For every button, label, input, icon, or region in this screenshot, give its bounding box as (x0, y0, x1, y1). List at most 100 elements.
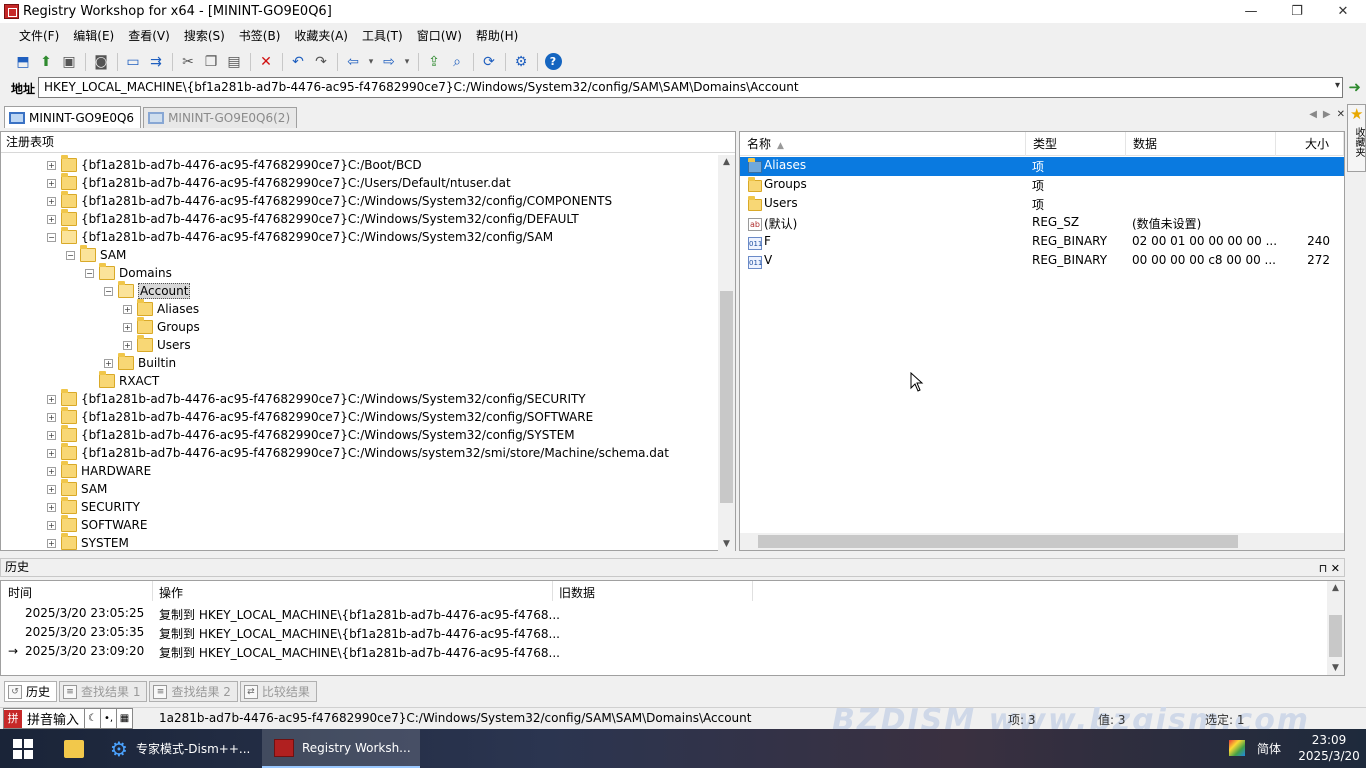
taskbar-file-explorer[interactable] (52, 729, 98, 768)
help-button[interactable]: ? (542, 51, 564, 73)
menu-edit[interactable]: 编辑(E) (66, 27, 121, 44)
input-language-indicator[interactable]: 简体 (1257, 740, 1281, 757)
list-item[interactable]: 011 F REG_BINARY 02 00 01 00 00 00 00 ... 24… (740, 233, 1344, 252)
color-tray-icon[interactable] (1229, 740, 1245, 756)
cut-icon[interactable]: ✂ (177, 51, 199, 73)
tree-node[interactable]: − Account (104, 281, 191, 300)
history-close-icon[interactable]: ✕ (1331, 562, 1340, 575)
tree-scroll-thumb[interactable] (720, 291, 733, 503)
connect-computer-icon[interactable]: ▭ (122, 51, 144, 73)
back-dropdown-icon[interactable]: ▾ (365, 51, 377, 73)
redo-icon[interactable]: ↷ (310, 51, 332, 73)
tree-node[interactable]: + Groups (123, 317, 200, 336)
tree-node[interactable]: + {bf1a281b-ad7b-4476-ac95-f47682990ce7}C… (47, 425, 575, 444)
expand-icon[interactable]: + (47, 178, 56, 188)
options-gear-icon[interactable]: ⚙ (510, 51, 532, 73)
tab-minint-go9e0q6-2[interactable]: MININT-GO9E0Q6(2) (143, 107, 298, 128)
tree-node[interactable]: + SECURITY (47, 497, 140, 516)
tree-node[interactable]: + {bf1a281b-ad7b-4476-ac95-f47682990ce7}C… (47, 443, 669, 462)
expand-icon[interactable]: + (104, 358, 113, 368)
menu-bookmarks[interactable]: 书签(B) (232, 27, 288, 44)
collapse-icon[interactable]: − (85, 268, 94, 278)
pin-icon[interactable]: ⊓ (1319, 562, 1328, 575)
list-item[interactable]: Aliases 项 (740, 157, 1344, 176)
tree-node[interactable]: + {bf1a281b-ad7b-4476-ac95-f47682990ce7}C… (47, 209, 579, 228)
tree-vertical-scrollbar[interactable]: ▲ ▼ (718, 155, 735, 551)
list-item[interactable]: 011 V REG_BINARY 00 00 00 00 c8 00 00 ... 27… (740, 252, 1344, 271)
expand-icon[interactable]: + (47, 412, 56, 422)
disconnect-computer-icon[interactable]: ⇉ (145, 51, 167, 73)
tab-find-results-2[interactable]: ≡ 查找结果 2 (149, 681, 238, 702)
expand-icon[interactable]: + (47, 394, 56, 404)
go-arrow-icon[interactable]: ➜ (1348, 78, 1361, 96)
ime-punctuation-icon[interactable]: •, (100, 709, 116, 728)
tree-node[interactable]: + {bf1a281b-ad7b-4476-ac95-f47682990ce7}C… (47, 407, 593, 426)
column-name-header[interactable]: 名称 ▲ (740, 132, 1026, 156)
tree-node[interactable]: + HARDWARE (47, 461, 151, 480)
find-icon[interactable]: ⌕ (446, 51, 468, 73)
ime-toolbar[interactable]: 拼 拼音输入 ☾ •, ▦ (3, 708, 134, 729)
load-hive-icon[interactable]: ⬆ (35, 51, 57, 73)
expand-icon[interactable]: + (47, 538, 56, 548)
parent-key-icon[interactable]: ⇪ (423, 51, 445, 73)
delete-icon[interactable]: ✕ (255, 51, 277, 73)
tree-node[interactable]: + Aliases (123, 299, 199, 318)
open-registry-icon[interactable]: ⬒ (12, 51, 34, 73)
column-data-header[interactable]: 数据 (1126, 132, 1276, 156)
tree-node[interactable]: + {bf1a281b-ad7b-4476-ac95-f47682990ce7}C… (47, 191, 612, 210)
camera-icon[interactable]: ◙ (90, 51, 112, 73)
address-input[interactable]: HKEY_LOCAL_MACHINE\{bf1a281b-ad7b-4476-a… (38, 77, 1343, 98)
forward-dropdown-icon[interactable]: ▾ (401, 51, 413, 73)
save-icon[interactable]: ▣ (58, 51, 80, 73)
expand-icon[interactable]: + (47, 502, 56, 512)
scroll-up-icon[interactable]: ▲ (718, 157, 735, 167)
back-icon[interactable]: ⇦ (342, 51, 364, 73)
history-scroll-thumb[interactable] (1329, 615, 1342, 657)
favorites-side-tab[interactable]: ★ 收藏夹 (1347, 104, 1366, 172)
tab-history[interactable]: ↺ 历史 (4, 681, 58, 702)
tab-scroll-left-icon[interactable]: ◀ (1309, 109, 1317, 120)
history-row[interactable]: 2025/3/20 23:05:25 复制到 HKEY_LOCAL_MACHINE… (1, 605, 1327, 624)
tab-compare-results[interactable]: ⇄ 比较结果 (239, 681, 317, 702)
tab-scroll-right-icon[interactable]: ▶ (1323, 109, 1331, 120)
collapse-icon[interactable]: − (66, 250, 75, 260)
menu-search[interactable]: 搜索(S) (177, 27, 232, 44)
expand-icon[interactable]: + (123, 304, 132, 314)
expand-icon[interactable]: + (123, 322, 132, 332)
history-row[interactable]: → 2025/3/20 23:09:20 复制到 HKEY_LOCAL_MACHIN… (1, 643, 1327, 662)
taskbar-dism[interactable]: ⚙ 专家模式-Dism++... (98, 729, 260, 768)
expand-icon[interactable]: + (47, 430, 56, 440)
minimize-button[interactable]: — (1228, 0, 1274, 23)
expand-icon[interactable]: + (47, 466, 56, 476)
scroll-up-icon[interactable]: ▲ (1327, 583, 1344, 593)
paste-icon[interactable]: ▤ (223, 51, 245, 73)
tree-node[interactable]: RXACT (85, 371, 159, 390)
clock[interactable]: 23:09 2025/3/20 (1296, 732, 1362, 764)
ime-moon-icon[interactable]: ☾ (84, 709, 100, 728)
tree-node[interactable]: + Builtin (104, 353, 176, 372)
history-column-time[interactable]: 时间 (8, 584, 32, 601)
tree-node[interactable]: − SAM (66, 245, 126, 264)
expand-icon[interactable]: + (47, 520, 56, 530)
column-size-header[interactable]: 大小 (1276, 132, 1344, 156)
close-button[interactable]: ✕ (1320, 0, 1366, 23)
tree-node[interactable]: − {bf1a281b-ad7b-4476-ac95-f47682990ce7}C… (47, 227, 553, 246)
list-item[interactable]: Users 项 (740, 195, 1344, 214)
list-item[interactable]: ab (默认) REG_SZ (数值未设置) (740, 214, 1344, 233)
history-row[interactable]: 2025/3/20 23:05:35 复制到 HKEY_LOCAL_MACHINE… (1, 624, 1327, 643)
collapse-icon[interactable]: − (104, 286, 113, 296)
history-vertical-scrollbar[interactable]: ▲ ▼ (1327, 581, 1344, 675)
tree-node[interactable]: + Users (123, 335, 191, 354)
menu-view[interactable]: 查看(V) (121, 27, 177, 44)
copy-icon[interactable]: ❐ (200, 51, 222, 73)
tree-node[interactable]: + SOFTWARE (47, 515, 147, 534)
tree-node[interactable]: + {bf1a281b-ad7b-4476-ac95-f47682990ce7}C… (47, 173, 511, 192)
history-column-action[interactable]: 操作 (159, 584, 183, 601)
tab-find-results-1[interactable]: ≡ 查找结果 1 (59, 681, 148, 702)
collapse-icon[interactable]: − (47, 232, 56, 242)
column-type-header[interactable]: 类型 (1026, 132, 1126, 156)
list-scroll-thumb[interactable] (758, 535, 1238, 548)
tree-node[interactable]: + {bf1a281b-ad7b-4476-ac95-f47682990ce7}C… (47, 389, 586, 408)
tree-node[interactable]: − Domains (85, 263, 172, 282)
tree-node[interactable]: + SYSTEM (47, 533, 129, 551)
